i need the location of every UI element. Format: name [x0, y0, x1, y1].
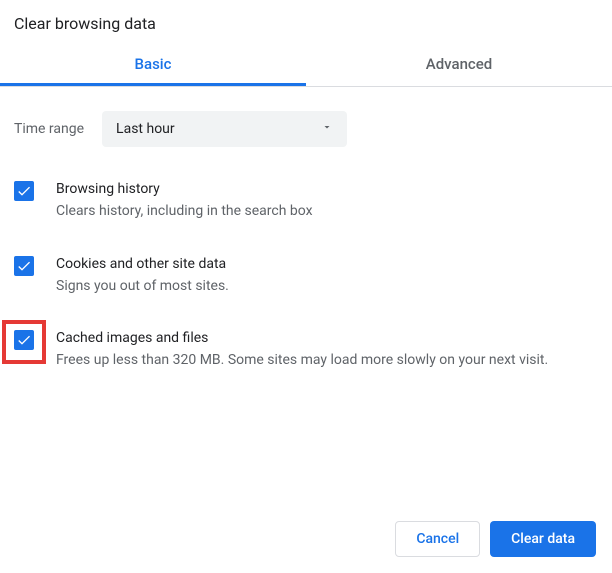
option-title: Browsing history [56, 179, 598, 199]
option-desc: Clears history, including in the search … [56, 201, 598, 221]
clear-data-button[interactable]: Clear data [490, 521, 596, 557]
tabs-bar: Basic Advanced [0, 43, 612, 87]
option-desc: Signs you out of most sites. [56, 276, 598, 296]
option-browsing-history: Browsing history Clears history, includi… [14, 167, 598, 242]
options-list: Browsing history Clears history, includi… [0, 167, 612, 391]
option-title: Cached images and files [56, 328, 598, 348]
option-desc: Frees up less than 320 MB. Some sites ma… [56, 350, 598, 370]
check-icon [16, 183, 32, 199]
dialog-title: Clear browsing data [0, 0, 612, 43]
cancel-button[interactable]: Cancel [395, 521, 480, 557]
time-range-label: Time range [14, 121, 84, 137]
tab-advanced[interactable]: Advanced [306, 43, 612, 86]
time-range-select[interactable]: Last hour [102, 111, 347, 147]
option-cookies: Cookies and other site data Signs you ou… [14, 242, 598, 317]
tab-basic[interactable]: Basic [0, 43, 306, 86]
checkbox-browsing-history[interactable] [14, 181, 34, 201]
chevron-down-icon [321, 121, 333, 137]
time-range-value: Last hour [116, 121, 175, 137]
checkbox-cache[interactable] [14, 330, 34, 350]
checkbox-cookies[interactable] [14, 256, 34, 276]
check-icon [16, 258, 32, 274]
dialog-actions: Cancel Clear data [395, 521, 596, 557]
check-icon [16, 332, 32, 348]
option-cache: Cached images and files Frees up less th… [14, 316, 598, 391]
option-title: Cookies and other site data [56, 254, 598, 274]
time-range-row: Time range Last hour [0, 87, 612, 167]
